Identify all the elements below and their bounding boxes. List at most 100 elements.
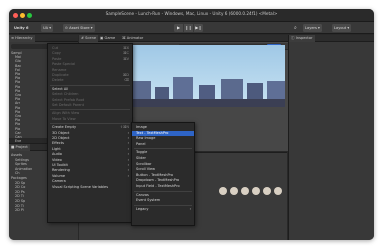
menu-item-label: Light [52,146,61,151]
menu-item-label: Visual Scripting Scene Variables [52,184,109,189]
menu-separator [50,84,130,86]
chevron-right-icon: › [189,206,191,211]
menu-item-label: UI Toolkit [52,163,68,167]
submenu-item[interactable]: Dropdown - TextMeshPro [132,178,194,183]
submenu-item[interactable]: Toggle [132,150,194,155]
project-folder-item[interactable]: Sprites [15,162,27,166]
inspector-panel: ⓘ Inspector [288,35,374,240]
menu-separator [134,190,192,192]
submenu-item-label: Canvas [136,192,149,197]
menu-item-label: Select Prefab Root [52,97,85,102]
submenu-item-label: Panel [136,141,146,146]
submenu-item-label: Button - TextMeshPro [136,172,174,177]
window-title: SampleScene - Lunch-Run - Windows, Mac, … [105,11,278,16]
submenu-item[interactable]: Button - TextMeshPro [132,173,194,178]
menu-item-label: Rename [52,67,67,72]
submenu-item-label: Scroll View [136,167,156,172]
tab-scene[interactable]: # Scene [79,35,99,42]
submenu-item[interactable]: Scrollbar [132,162,194,167]
cloud-button[interactable]: UA ▾ [41,24,54,32]
submenu-item[interactable]: Scroll View [132,167,194,172]
menu-item-label: Move To View [52,116,76,121]
tab-project[interactable]: ■ Project [9,144,30,151]
asset-store-button[interactable]: ⊙ Asset Store ▾ [63,24,95,32]
menu-item-label: Set Default Parent [52,103,84,107]
menu-item-label: 2D Object [52,136,70,140]
project-folder-item[interactable]: 2D Pi [15,208,24,212]
menu-item-label: Rendering [52,168,70,173]
menu-item-label: 3D Object [52,130,70,135]
menu-separator [50,109,130,111]
pause-icon[interactable]: ❙❙ [184,24,193,32]
menu-item-label: Effects [52,141,64,146]
menu-item-label: Align With View [52,111,80,116]
submenu-item-label: Toggle [136,150,148,155]
submenu-item-label: Input Field - TextMeshPro [136,184,180,188]
submenu-item-label: Slider [136,156,146,160]
menu-item-label: Delete [52,78,64,83]
submenu-item-label: Event System [136,198,161,203]
submenu-item[interactable]: Event System [132,198,194,203]
ui-submenu: Image Text - TextMeshPro Raw Image Panel Tog… [131,122,195,226]
submenu-item[interactable]: Raw Image [132,136,194,141]
account-button[interactable]: Unity 6 [12,24,31,32]
project-folder-item[interactable]: 2D Sp [15,181,25,185]
menu-item-label: Video [52,157,62,162]
submenu-item-label: Image [136,125,147,129]
main-toolbar: Unity 6 UA ▾ ⊙ Asset Store ▾ ▶ ❙❙ ▶❙ ⌕ L… [9,22,374,34]
project-folder-item[interactable]: Ch [15,171,20,175]
layout-dropdown[interactable]: Layout ▾ [332,24,352,32]
play-icon[interactable]: ▶ [174,24,183,32]
submenu-item-label: Legacy [136,206,149,211]
menu-item-label: Select All [52,86,69,91]
menu-item: Set Default Parent [48,103,132,108]
project-folder-item[interactable]: Assets [11,153,22,157]
project-folder-item[interactable]: 2D Ti [15,194,24,198]
menu-item: Delete ⌫ [48,78,132,83]
tab-game[interactable]: ▣ Game [98,35,117,42]
scene-viewport[interactable] [129,45,285,107]
tab-inspector[interactable]: ⓘ Inspector [289,35,315,42]
project-folder-item[interactable]: 2D Ti [15,204,24,208]
submenu-item[interactable]: Panel [132,142,194,147]
submenu-item[interactable]: Image [132,125,194,130]
submenu-item[interactable]: Slider [132,156,194,161]
menu-item-shortcut: ⌫ [124,78,129,83]
menu-item[interactable]: Visual Scripting Scene Variables [48,185,132,190]
tab-hierarchy[interactable]: ≡ Hierarchy [9,35,35,42]
tab-animator[interactable]: ⌘ Animator [120,35,145,42]
project-folder-item[interactable]: Packages [11,176,27,180]
submenu-item[interactable]: Canvas [132,193,194,198]
menu-separator [50,123,130,125]
submenu-item-label: Text - TextMeshPro [136,130,169,135]
submenu-item[interactable]: Legacy › [132,207,194,212]
menu-item-label: Select Children [52,92,79,97]
menu-item-label: Camera [52,179,66,184]
menu-separator [134,148,192,150]
menu-item-label: Volume [52,173,66,178]
menu-item-label: Copy [52,51,61,56]
search-icon[interactable]: ⌕ [292,24,299,32]
submenu-item-label: Raw Image [136,136,156,141]
menu-item-label: Paste Special [52,62,76,67]
project-folder-item[interactable]: 2D Ps [15,190,25,194]
menu-item: Move To View [48,117,132,122]
submenu-item[interactable]: Text - TextMeshPro [132,130,194,136]
submenu-item[interactable]: Input Field - TextMeshPro [132,184,194,189]
layers-dropdown[interactable]: Layers ▾ [303,24,322,32]
menu-item-label: Create Empty [52,125,77,130]
project-folder-item[interactable]: Settings [15,158,29,162]
menu-item-label: Audio [52,152,62,157]
project-folder-item[interactable]: Animation [15,167,32,171]
submenu-item-label: Scrollbar [136,161,152,166]
submenu-item-label: Dropdown - TextMeshPro [136,178,180,183]
menu-item-label: Paste [52,56,62,61]
step-icon[interactable]: ▶❙ [194,24,203,32]
menu-item-label: Duplicate [52,73,69,77]
project-folder-item[interactable]: 2D Co [15,185,25,189]
project-folder-item[interactable]: 2D Sp [15,199,25,203]
menu-separator [134,204,192,206]
sprite-frames-strip [219,183,285,201]
hierarchy-context-menu: Cut ⌘X Copy ⌘C Paste ⌘V Paste Special Rename Dup… [47,43,133,223]
title-bar: SampleScene - Lunch-Run - Windows, Mac, … [9,9,374,22]
